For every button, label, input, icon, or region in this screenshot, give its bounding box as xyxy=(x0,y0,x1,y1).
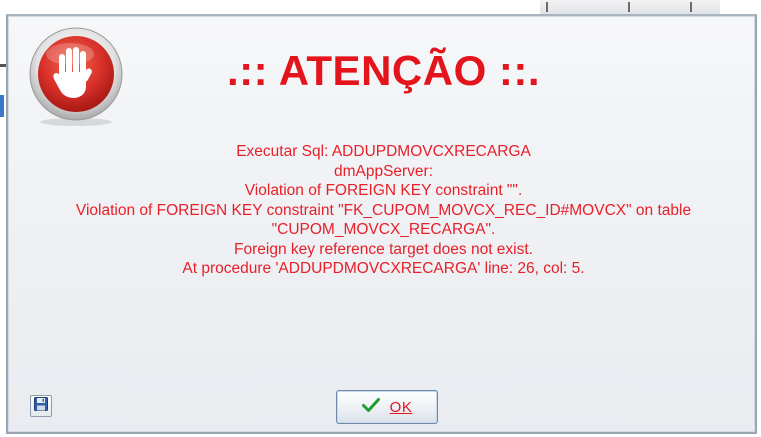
message-line: Violation of FOREIGN KEY constraint "FK_… xyxy=(75,201,692,219)
message-line: "CUPOM_MOVCX_RECARGA". xyxy=(271,221,496,238)
floppy-disk-icon xyxy=(34,396,48,416)
message-line: Violation of FOREIGN KEY constraint "". xyxy=(244,182,523,199)
background-toolbar-separator xyxy=(628,2,630,12)
message-line: At procedure 'ADDUPDMOVCXRECARGA' line: … xyxy=(182,260,585,277)
error-message: Executar Sql: ADDUPDMOVCXRECARGA dmAppSe… xyxy=(8,142,759,279)
message-line: Foreign key reference target does not ex… xyxy=(234,240,533,258)
screen: .:: ATENÇÃO ::. Executar Sql: ADDUPDMOVC… xyxy=(0,0,761,437)
checkmark-icon xyxy=(361,397,380,418)
message-line: Executar Sql: ADDUPDMOVCXRECARGA xyxy=(236,143,531,160)
error-dialog: .:: ATENÇÃO ::. Executar Sql: ADDUPDMOVC… xyxy=(6,14,757,434)
background-toolbar-separator xyxy=(690,2,692,12)
ok-button[interactable]: OK xyxy=(336,390,438,424)
ok-button-label: OK xyxy=(389,398,413,416)
save-button[interactable] xyxy=(30,395,52,417)
background-toolbar-separator xyxy=(546,2,548,12)
background-window-accent xyxy=(0,95,4,117)
background-window-toolbar xyxy=(540,0,720,14)
dialog-title: .:: ATENÇÃO ::. xyxy=(226,47,541,94)
message-line: dmAppServer: xyxy=(333,162,434,180)
